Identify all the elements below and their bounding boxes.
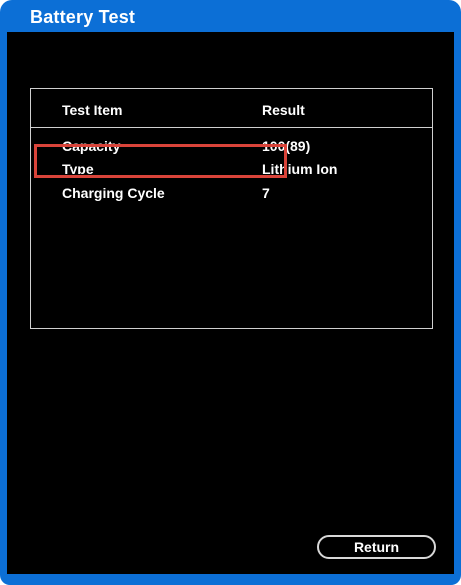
table-row-charging-cycle: Charging Cycle 7 xyxy=(31,185,432,205)
screen-panel: Test Item Result Capacity 100(89) Type L… xyxy=(7,32,454,574)
window-title: Battery Test xyxy=(30,7,136,27)
row-item-label: Charging Cycle xyxy=(62,185,165,201)
table-header: Test Item Result xyxy=(31,89,432,128)
battery-test-window: Battery Test Test Item Result Capacity 1… xyxy=(0,0,461,585)
charging-cycle-highlight xyxy=(34,144,287,178)
header-test-item: Test Item xyxy=(62,102,123,118)
results-table: Test Item Result Capacity 100(89) Type L… xyxy=(30,88,433,329)
row-result-value: 7 xyxy=(262,185,270,201)
header-result: Result xyxy=(262,102,305,118)
return-button[interactable]: Return xyxy=(317,535,436,559)
